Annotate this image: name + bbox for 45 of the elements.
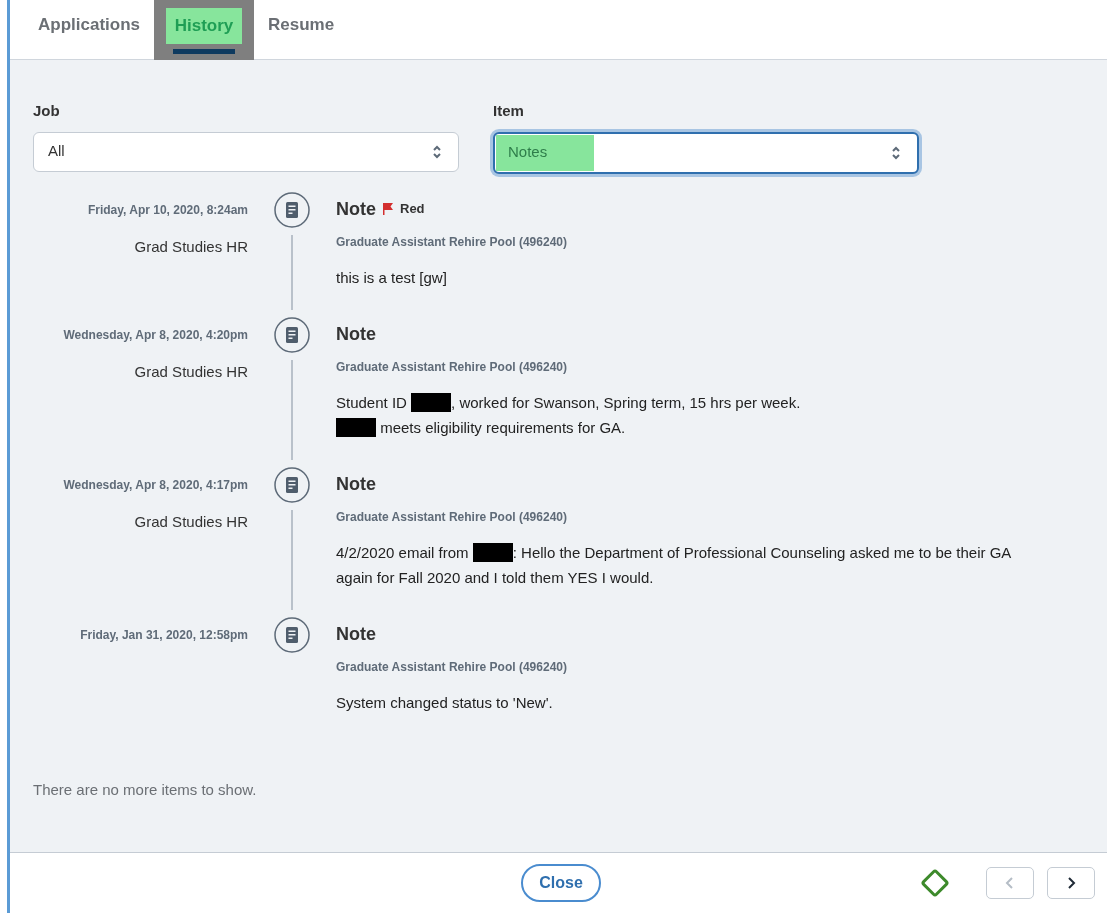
note-text: , worked for Swanson, Spring term, 15 hrs per week. [451, 392, 801, 413]
entry-date: Wednesday, Apr 8, 2020, 4:17pm [63, 476, 248, 494]
entry-title: Note [336, 622, 376, 646]
close-button[interactable]: Close [521, 864, 601, 902]
job-name: Graduate Assistant Rehire Pool (496240) [336, 508, 567, 526]
updown-caret-icon [432, 143, 442, 160]
note-text: this is a test [gw] [336, 267, 447, 288]
entry-author: Grad Studies HR [134, 361, 248, 382]
next-button[interactable] [1047, 867, 1095, 899]
note-icon [274, 616, 310, 653]
note-text: Student ID [336, 392, 408, 413]
diamond-icon[interactable] [919, 867, 951, 899]
entry-title: Note [336, 197, 376, 221]
note-text: System changed status to 'New'. [336, 692, 553, 713]
end-message: There are no more items to show. [33, 781, 257, 798]
select-field[interactable]: Notes [493, 131, 919, 174]
job-name: Graduate Assistant Rehire Pool (496240) [336, 358, 567, 376]
chevron-left-icon [1005, 876, 1015, 890]
entry-date: Friday, Apr 10, 2020, 8:24am [87, 201, 248, 219]
note-icon [274, 191, 310, 228]
field-label: Item [493, 101, 524, 121]
redaction-bar [336, 417, 376, 437]
flag-label: Red [400, 200, 425, 219]
entry-title: Note [336, 472, 376, 496]
note-text: 4/2/2020 email from [336, 542, 470, 563]
entry-author: Grad Studies HR [134, 236, 248, 257]
tab[interactable]: Applications [38, 12, 140, 38]
note-text: again for Fall 2020 and I told them YES I would. [336, 567, 654, 588]
note-icon [274, 466, 310, 503]
redaction-bar [472, 542, 513, 562]
entry-date: Friday, Jan 31, 2020, 12:58pm [80, 626, 248, 644]
job-name: Graduate Assistant Rehire Pool (496240) [336, 658, 567, 676]
note-text: : Hello the Department of Professional Counseling asked me to be their GA [512, 542, 1012, 563]
entry-author: Grad Studies HR [134, 511, 248, 532]
chevron-right-icon [1066, 876, 1076, 890]
select-field[interactable]: All [33, 131, 459, 172]
field-label: Job [33, 101, 60, 121]
redaction-bar [411, 392, 452, 412]
updown-caret-icon [891, 144, 901, 161]
entry-title: Note [336, 322, 376, 346]
note-text: meets eligibility requirements for GA. [379, 417, 626, 438]
job-name: Graduate Assistant Rehire Pool (496240) [336, 233, 567, 251]
note-icon [274, 316, 310, 353]
entry-date: Wednesday, Apr 8, 2020, 4:20pm [63, 326, 248, 344]
tab[interactable]: Resume [268, 12, 335, 38]
